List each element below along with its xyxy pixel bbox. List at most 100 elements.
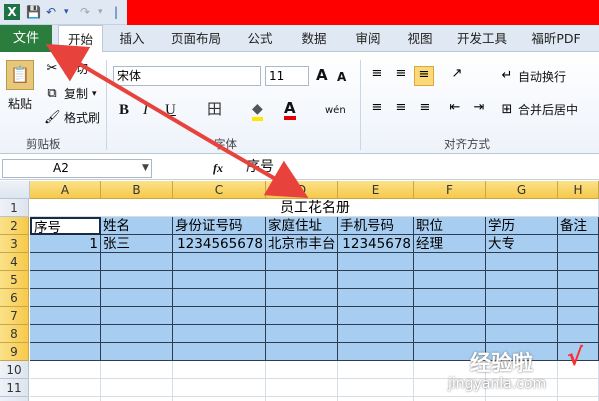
paste-button[interactable]: 粘贴 [8, 96, 32, 112]
empty-cell[interactable] [101, 397, 173, 401]
tab-view[interactable]: 视图 [398, 25, 442, 52]
table-cell[interactable] [266, 253, 338, 271]
empty-cell[interactable] [414, 397, 486, 401]
table-header-cell[interactable]: 家庭住址 [266, 217, 338, 235]
wrap-text-icon[interactable]: ↵ [499, 68, 515, 84]
empty-cell[interactable] [101, 379, 173, 397]
copy-icon[interactable]: ⧉ [44, 86, 60, 102]
save-icon[interactable]: 💾 [26, 4, 41, 20]
shrink-font-button[interactable]: A [337, 69, 346, 85]
empty-cell[interactable] [30, 379, 101, 397]
table-cell[interactable] [101, 289, 173, 307]
font-name-select[interactable]: 宋体 [113, 66, 261, 86]
column-header[interactable]: A [30, 181, 101, 199]
insert-function-button[interactable]: fx [213, 160, 223, 176]
table-header-cell[interactable]: 学历 [486, 217, 558, 235]
redo-icon[interactable]: ↷ [80, 4, 90, 20]
table-header-cell[interactable]: 职位 [414, 217, 486, 235]
name-box[interactable]: A2 [2, 159, 152, 178]
row-header[interactable]: 1 [0, 199, 29, 217]
table-cell[interactable] [101, 307, 173, 325]
table-cell[interactable] [338, 325, 414, 343]
table-cell[interactable] [338, 271, 414, 289]
column-header[interactable]: H [558, 181, 599, 199]
tab-developer[interactable]: 开发工具 [450, 25, 514, 52]
align-top-icon[interactable]: ≡ [368, 66, 386, 84]
decrease-indent-icon[interactable]: ⇤ [446, 100, 464, 116]
empty-cell[interactable] [558, 397, 599, 401]
row-header[interactable]: 9 [0, 343, 29, 361]
format-painter-button[interactable]: 格式刷 [64, 110, 100, 126]
empty-cell[interactable] [101, 361, 173, 379]
table-cell[interactable] [486, 325, 558, 343]
tab-data[interactable]: 数据 [292, 25, 336, 52]
table-cell[interactable]: 12345678 [338, 235, 414, 253]
align-middle-icon[interactable]: ≡ [392, 66, 410, 84]
empty-cell[interactable] [30, 361, 101, 379]
table-header-cell[interactable]: 姓名 [101, 217, 173, 235]
fill-color-icon[interactable]: ◆ [252, 101, 263, 121]
empty-cell[interactable] [266, 379, 338, 397]
paste-icon[interactable]: 📋 [6, 60, 34, 90]
table-cell[interactable] [558, 307, 599, 325]
table-cell[interactable] [30, 343, 101, 361]
copy-dropdown-icon[interactable]: ▾ [92, 86, 97, 102]
table-cell[interactable] [266, 343, 338, 361]
empty-cell[interactable] [266, 361, 338, 379]
table-cell[interactable] [266, 307, 338, 325]
table-cell[interactable] [173, 343, 266, 361]
table-cell[interactable]: 张三 [101, 235, 173, 253]
borders-icon[interactable]: 田 [207, 101, 222, 117]
row-header[interactable]: 11 [0, 379, 29, 397]
table-cell[interactable] [30, 289, 101, 307]
empty-cell[interactable] [338, 379, 414, 397]
table-cell[interactable] [173, 253, 266, 271]
empty-cell[interactable] [173, 361, 266, 379]
table-cell[interactable]: 1234565678 [173, 235, 266, 253]
table-cell[interactable]: 大专 [486, 235, 558, 253]
cut-icon[interactable]: ✂ [44, 61, 60, 77]
copy-button[interactable]: 复制 [64, 86, 88, 102]
select-all-corner[interactable] [0, 181, 30, 199]
table-cell[interactable] [486, 253, 558, 271]
table-cell[interactable] [558, 271, 599, 289]
tab-page-layout[interactable]: 页面布局 [164, 25, 228, 52]
undo-dropdown-icon[interactable]: ▾ [64, 4, 69, 20]
table-cell[interactable] [101, 271, 173, 289]
empty-cell[interactable] [173, 397, 266, 401]
table-cell[interactable] [414, 307, 486, 325]
table-cell[interactable] [30, 253, 101, 271]
table-cell[interactable] [338, 253, 414, 271]
row-header[interactable]: 8 [0, 325, 29, 343]
table-cell[interactable] [266, 271, 338, 289]
table-header-cell-active[interactable]: 序号 [30, 217, 101, 235]
column-header[interactable]: E [338, 181, 414, 199]
underline-button[interactable]: U [165, 102, 176, 118]
row-header[interactable]: 10 [0, 361, 29, 379]
align-left-icon[interactable]: ≡ [368, 100, 386, 116]
row-header[interactable]: 6 [0, 289, 29, 307]
merge-center-button[interactable]: 合并后居中 [518, 102, 578, 118]
table-cell[interactable] [30, 325, 101, 343]
column-header[interactable]: F [414, 181, 486, 199]
tab-home[interactable]: 开始 [58, 25, 103, 53]
table-cell[interactable] [486, 289, 558, 307]
column-header[interactable]: B [101, 181, 173, 199]
table-cell[interactable] [101, 343, 173, 361]
table-cell[interactable] [558, 325, 599, 343]
table-cell[interactable]: 北京市丰台 [266, 235, 338, 253]
bold-button[interactable]: B [119, 102, 129, 118]
table-cell[interactable] [30, 271, 101, 289]
tab-file[interactable]: 文件 [0, 25, 52, 52]
wrap-text-button[interactable]: 自动换行 [518, 69, 566, 85]
table-cell[interactable] [173, 325, 266, 343]
empty-cell[interactable] [30, 397, 101, 401]
column-header[interactable]: G [486, 181, 558, 199]
table-cell[interactable] [101, 325, 173, 343]
undo-icon[interactable]: ↶ [46, 4, 56, 20]
cut-button[interactable]: 剪切 [64, 61, 88, 77]
align-right-icon[interactable]: ≡ [416, 100, 434, 116]
table-cell[interactable] [486, 271, 558, 289]
table-cell[interactable] [173, 289, 266, 307]
table-cell[interactable] [173, 307, 266, 325]
